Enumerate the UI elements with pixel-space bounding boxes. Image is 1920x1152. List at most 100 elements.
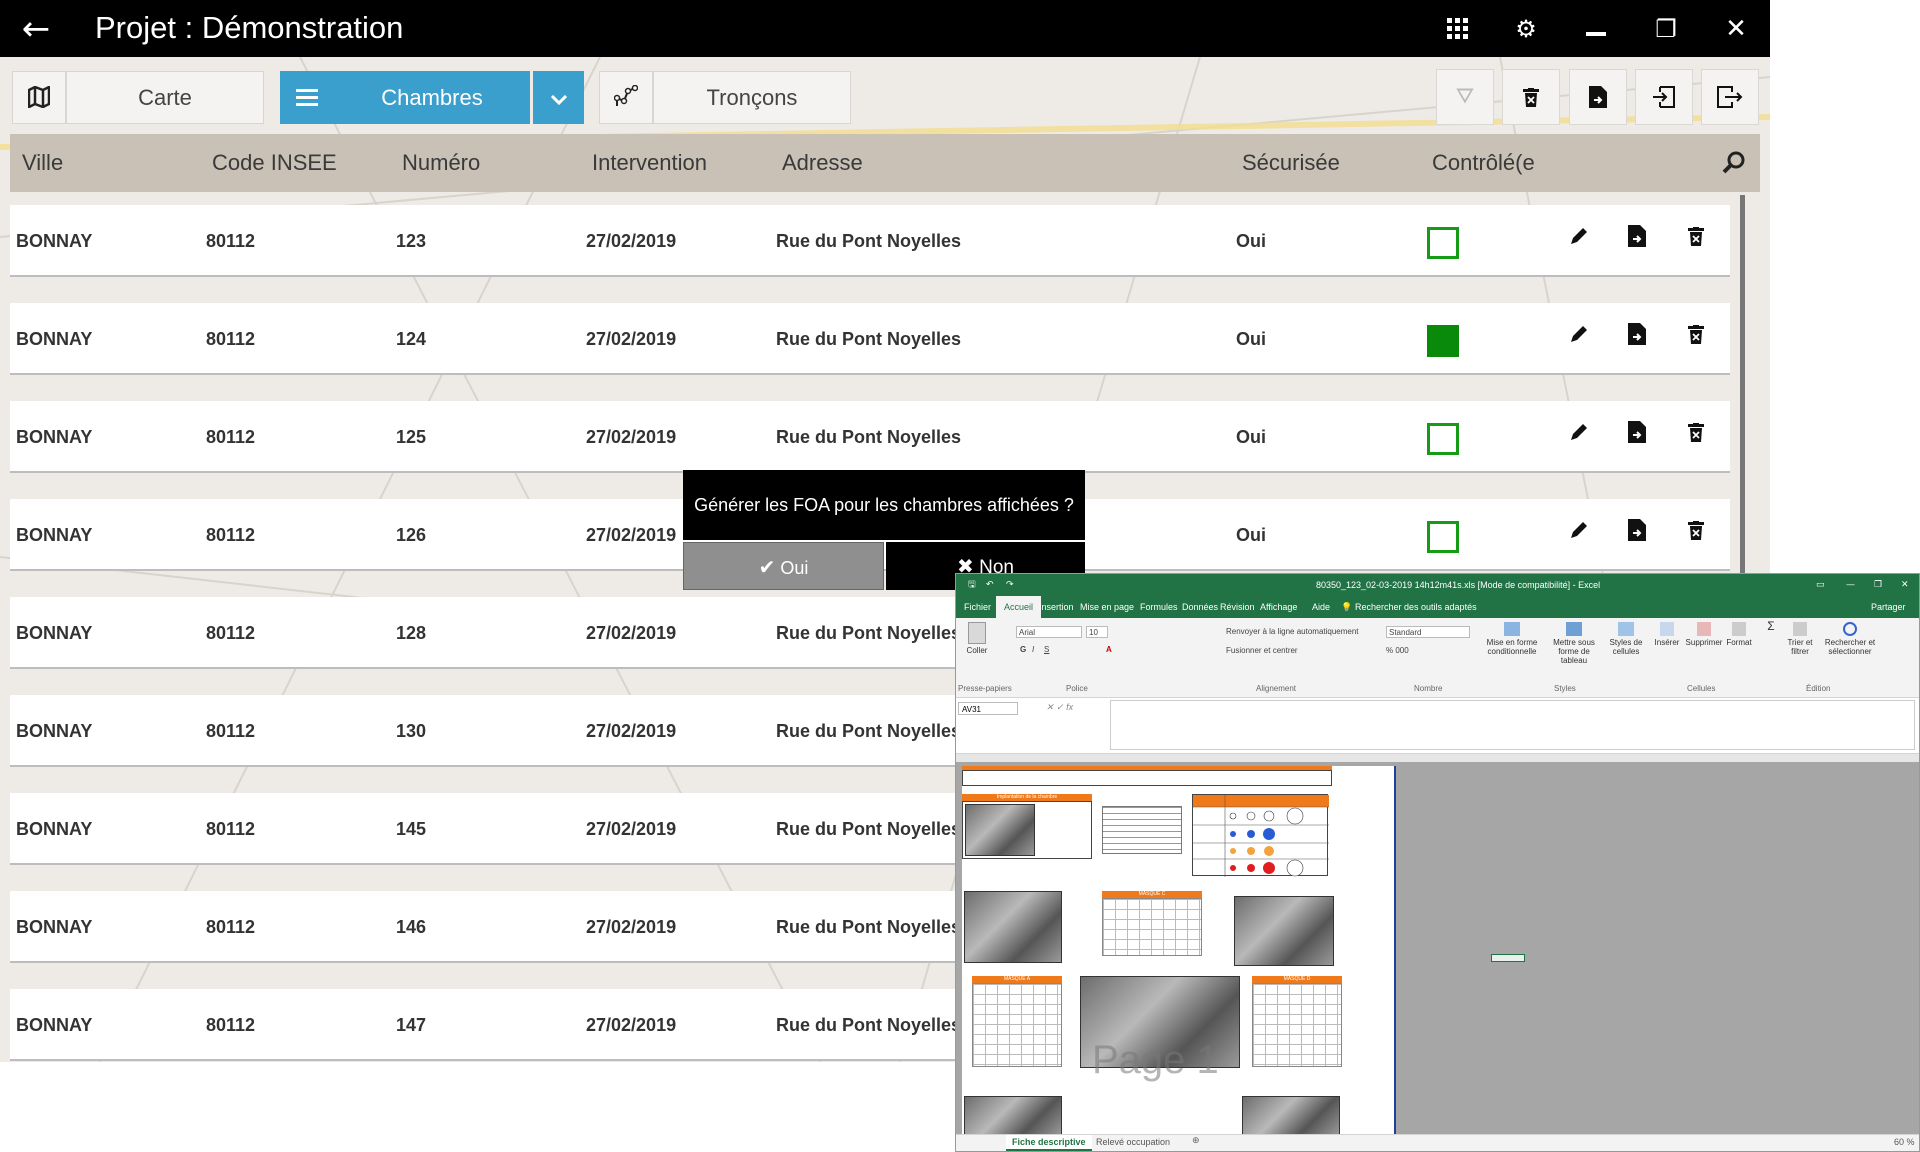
edit-icon[interactable] (1563, 421, 1595, 453)
back-arrow-icon[interactable]: ← (16, 9, 56, 49)
save-icon[interactable]: 🖫 (968, 574, 976, 596)
redo-icon[interactable]: ↷ (1006, 574, 1014, 596)
add-sheet-icon[interactable]: ⊕ (1192, 1136, 1200, 1146)
controle-checkbox[interactable] (1427, 521, 1459, 553)
file-export-icon[interactable] (1621, 225, 1653, 257)
column-header-code-insee[interactable]: Code INSEE (212, 134, 337, 192)
cell-code-insee: 80112 (206, 721, 256, 741)
cell-adresse: Rue du Pont Noyelles (776, 329, 962, 349)
tab-troncons[interactable]: Tronçons (653, 71, 851, 124)
sheet-tab-fiche[interactable]: Fiche descriptive (1006, 1135, 1092, 1151)
autosum-icon[interactable]: Σ (1764, 620, 1778, 632)
format-cells-button[interactable]: Format (1724, 622, 1754, 647)
route-icon[interactable] (599, 71, 653, 124)
delete-icon[interactable] (1680, 421, 1712, 453)
column-header-adresse[interactable]: Adresse (782, 134, 863, 192)
xl-tab-insertion[interactable]: Insertion (1039, 596, 1074, 618)
xl-tab-revision[interactable]: Révision (1220, 596, 1255, 618)
delete-icon[interactable] (1502, 69, 1560, 125)
bold-button[interactable]: G (1020, 645, 1026, 654)
filter-clear-icon[interactable]: ⛛ (1436, 69, 1494, 125)
xl-tab-mise-en-page[interactable]: Mise en page (1080, 596, 1134, 618)
xl-tab-affichage[interactable]: Affichage (1260, 596, 1297, 618)
formula-bar: AV31 ✕ ✓ fx (956, 698, 1919, 754)
table-row[interactable]: BONNAY 80112 123 27/02/2019 Rue du Pont Noye… (10, 205, 1730, 277)
number-format-select[interactable]: Standard (1386, 626, 1470, 638)
formula-input[interactable] (1110, 700, 1915, 750)
cell-styles-button[interactable]: Styles de cellules (1606, 622, 1646, 656)
column-header-ville[interactable]: Ville (22, 134, 63, 192)
search-icon[interactable] (1722, 134, 1752, 192)
find-select-button[interactable]: Rechercher et sélectionner (1822, 622, 1878, 656)
edit-icon[interactable] (1563, 323, 1595, 355)
file-export-icon[interactable] (1621, 519, 1653, 551)
zoom-level[interactable]: 60 % (1894, 1137, 1915, 1147)
xl-tab-aide[interactable]: Aide (1312, 596, 1330, 618)
delete-cells-button[interactable]: Supprimer (1684, 622, 1724, 647)
italic-button[interactable]: I (1032, 645, 1034, 654)
paste-button[interactable]: Coller (962, 620, 992, 655)
selected-cell[interactable] (1491, 954, 1525, 962)
edit-icon[interactable] (1563, 519, 1595, 551)
font-name-select[interactable]: Arial (1016, 626, 1082, 638)
name-box[interactable]: AV31 (958, 702, 1018, 715)
delete-icon[interactable] (1680, 225, 1712, 257)
check-icon: ✔ (758, 555, 776, 579)
dialog-yes-button[interactable]: ✔ Oui (683, 542, 884, 590)
chevron-down-icon[interactable] (533, 71, 584, 124)
cell-adresse: Rue du Pont Noyelles (776, 623, 962, 643)
merge-center-button[interactable]: Fusionner et centrer (1226, 646, 1298, 655)
xl-tab-accueil[interactable]: Accueil (996, 596, 1042, 618)
list-icon[interactable] (280, 71, 334, 124)
edit-icon[interactable] (1563, 225, 1595, 257)
file-export-icon[interactable] (1621, 323, 1653, 355)
close-icon[interactable]: ✕ (1718, 12, 1754, 46)
file-export-icon[interactable] (1621, 421, 1653, 453)
table-row[interactable]: BONNAY 80112 125 27/02/2019 Rue du Pont Noye… (10, 401, 1730, 473)
wrap-text-button[interactable]: Renvoyer à la ligne automatiquement (1226, 627, 1359, 636)
column-header-intervention[interactable]: Intervention (592, 134, 707, 192)
xl-tab-formules[interactable]: Formules (1140, 596, 1178, 618)
ribbon-options-icon[interactable]: ▭ (1816, 574, 1825, 596)
settings-icon[interactable]: ⚙ (1508, 12, 1544, 46)
close-icon[interactable]: ✕ (1901, 574, 1909, 596)
format-as-table-button[interactable]: Mettre sous forme de tableau (1544, 622, 1604, 665)
restore-icon[interactable]: ❐ (1648, 12, 1684, 46)
controle-checkbox[interactable] (1427, 227, 1459, 259)
table-row[interactable]: BONNAY 80112 124 27/02/2019 Rue du Pont Noye… (10, 303, 1730, 375)
font-color-button[interactable]: A (1106, 645, 1112, 654)
xl-tab-donnees[interactable]: Données (1182, 596, 1218, 618)
export-file-icon[interactable] (1569, 69, 1627, 125)
minimize-icon[interactable] (1578, 12, 1614, 46)
xl-tab-fichier[interactable]: Fichier (964, 596, 991, 618)
sort-filter-button[interactable]: Trier et filtrer (1782, 622, 1818, 656)
font-size-select[interactable]: 10 (1086, 626, 1108, 638)
delete-icon[interactable] (1680, 323, 1712, 355)
dialog-message: Générer les FOA pour les chambres affich… (683, 470, 1085, 540)
cell-intervention: 27/02/2019 (586, 231, 677, 251)
controle-checkbox[interactable] (1427, 325, 1459, 357)
minimize-icon[interactable]: — (1846, 574, 1855, 596)
column-header-controle[interactable]: Contrôlé(e (1432, 134, 1554, 192)
xl-tell-me[interactable]: Rechercher des outils adaptés (1355, 596, 1477, 618)
percent-button[interactable]: % 000 (1386, 646, 1409, 655)
grid-icon[interactable] (1440, 12, 1476, 46)
sheet-tab-releve[interactable]: Relevé occupation (1096, 1137, 1170, 1147)
map-icon[interactable] (12, 71, 66, 124)
restore-icon[interactable]: ❐ (1874, 574, 1882, 596)
import-icon[interactable] (1635, 69, 1693, 125)
insert-cells-button[interactable]: Insérer (1652, 622, 1682, 647)
export-icon[interactable] (1701, 69, 1759, 125)
conditional-format-button[interactable]: Mise en forme conditionnelle (1484, 622, 1540, 656)
underline-button[interactable]: S (1044, 645, 1049, 654)
xl-share[interactable]: Partager (1871, 596, 1906, 618)
cell-code-insee: 80112 (206, 1015, 256, 1035)
tab-carte[interactable]: Carte (66, 71, 264, 124)
undo-icon[interactable]: ↶ (986, 574, 994, 596)
column-header-numero[interactable]: Numéro (402, 134, 480, 192)
delete-icon[interactable] (1680, 519, 1712, 551)
tab-chambres[interactable]: Chambres (334, 71, 530, 124)
column-header-securisee[interactable]: Sécurisée (1242, 134, 1340, 192)
controle-checkbox[interactable] (1427, 423, 1459, 455)
cell-numero: 126 (396, 525, 427, 545)
